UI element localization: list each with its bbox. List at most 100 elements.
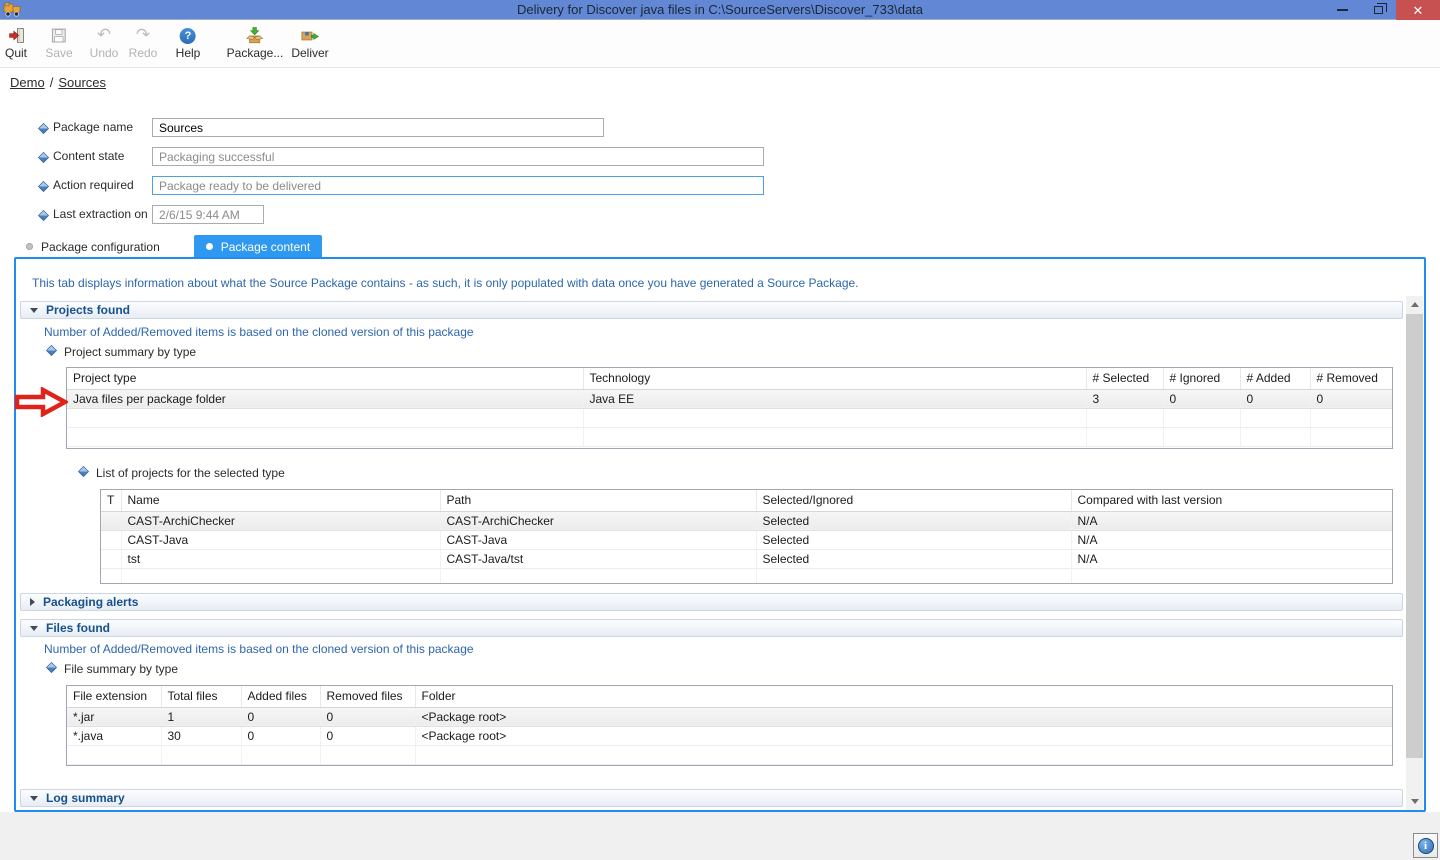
table-cell [101, 530, 121, 549]
column-header[interactable]: Compared with last version [1071, 490, 1393, 511]
tab-bar: Package configuration Package content [14, 235, 322, 258]
file-summary-label: File summary by type [46, 662, 178, 676]
column-header[interactable]: File extension [67, 686, 161, 707]
scroll-down-icon[interactable] [1406, 793, 1423, 810]
diamond-icon [78, 466, 89, 480]
file-summary-table-container: File extensionTotal filesAdded filesRemo… [66, 685, 1393, 766]
breadcrumb-link-demo[interactable]: Demo [10, 75, 45, 90]
table-cell: N/A [1071, 530, 1393, 549]
breadcrumb: Demo / Sources [10, 75, 106, 90]
table-row[interactable]: *.jar100<Package root> [67, 707, 1393, 726]
table-row-empty [67, 745, 1393, 764]
table-row-empty [101, 568, 1393, 584]
column-header[interactable]: Technology [583, 368, 1086, 389]
tab-label: Package configuration [41, 240, 160, 254]
section-log-summary[interactable]: Log summary [20, 789, 1403, 807]
diamond-icon [38, 208, 49, 226]
column-header[interactable]: Folder [415, 686, 1393, 707]
section-packaging-alerts[interactable]: Packaging alerts [20, 593, 1403, 611]
package-label: Package... [227, 46, 284, 60]
table-row[interactable]: CAST-JavaCAST-JavaSelectedN/A [101, 530, 1393, 549]
project-list-label: List of projects for the selected type [78, 466, 285, 480]
section-projects-found[interactable]: Projects found [20, 301, 1403, 319]
minimize-icon[interactable] [1324, 0, 1360, 20]
tab-package-configuration[interactable]: Package configuration [14, 235, 172, 258]
save-icon [50, 26, 67, 45]
content-state-input[interactable] [152, 147, 764, 166]
redo-icon: ↷ [136, 26, 150, 45]
table-cell: <Package root> [415, 726, 1393, 745]
quit-label: Quit [5, 46, 27, 60]
table-cell: 0 [1163, 389, 1240, 408]
table-cell: Java files per package folder [67, 389, 583, 408]
package-icon [246, 26, 264, 45]
table-cell: CAST-Java [121, 530, 440, 549]
table-cell: Selected [756, 549, 1071, 568]
table-cell: 0 [320, 726, 415, 745]
help-icon: ? [180, 26, 196, 45]
last-extraction-input[interactable] [152, 205, 264, 224]
column-header[interactable]: # Ignored [1163, 368, 1240, 389]
info-button[interactable]: i [1413, 833, 1438, 858]
table-row[interactable]: Java files per package folderJava EE3000 [67, 389, 1393, 408]
table-cell: Selected [756, 511, 1071, 530]
file-summary-table[interactable]: File extensionTotal filesAdded filesRemo… [67, 686, 1393, 765]
restore-icon[interactable] [1360, 0, 1396, 20]
project-summary-label: Project summary by type [46, 345, 196, 359]
table-row[interactable]: CAST-ArchiCheckerCAST-ArchiCheckerSelect… [101, 511, 1393, 530]
delivery-truck-icon [3, 1, 23, 18]
table-cell: 0 [320, 707, 415, 726]
table-cell [101, 511, 121, 530]
close-icon[interactable]: ✕ [1396, 0, 1440, 20]
quit-icon [7, 26, 24, 45]
table-cell: 0 [1240, 389, 1310, 408]
window-controls: ✕ [1324, 0, 1440, 20]
quit-button[interactable]: Quit [1, 24, 31, 62]
scrollbar-thumb[interactable] [1406, 314, 1423, 758]
table-cell: 0 [241, 726, 320, 745]
column-header[interactable]: Project type [67, 368, 583, 389]
projects-found-note: Number of Added/Removed items is based o… [44, 325, 474, 339]
redo-button[interactable]: ↷ Redo [125, 24, 162, 62]
save-button[interactable]: Save [41, 24, 76, 62]
undo-label: Undo [90, 46, 119, 60]
column-header[interactable]: Added files [241, 686, 320, 707]
undo-icon: ↶ [97, 26, 111, 45]
column-header[interactable]: Name [121, 490, 440, 511]
help-button[interactable]: ? Help [172, 24, 205, 62]
table-cell: 0 [241, 707, 320, 726]
table-row[interactable]: *.java3000<Package root> [67, 726, 1393, 745]
undo-button[interactable]: ↶ Undo [86, 24, 123, 62]
breadcrumb-link-sources[interactable]: Sources [58, 75, 106, 90]
column-header[interactable]: Path [440, 490, 756, 511]
column-header[interactable]: Total files [161, 686, 241, 707]
column-header[interactable]: Selected/Ignored [756, 490, 1071, 511]
tab-package-content[interactable]: Package content [194, 235, 322, 258]
table-row[interactable]: tstCAST-Java/tstSelectedN/A [101, 549, 1393, 568]
action-required-label: Action required [53, 176, 134, 195]
tab-label: Package content [221, 240, 310, 254]
deliver-button[interactable]: Deliver [287, 24, 332, 62]
table-row-empty [67, 408, 1393, 427]
project-list-table[interactable]: TNamePathSelected/IgnoredCompared with l… [101, 490, 1393, 584]
table-header-row: TNamePathSelected/IgnoredCompared with l… [101, 490, 1393, 511]
breadcrumb-separator: / [50, 75, 54, 90]
column-header[interactable]: # Removed [1310, 368, 1393, 389]
redo-label: Redo [129, 46, 158, 60]
section-files-found[interactable]: Files found [20, 619, 1403, 637]
column-header[interactable]: T [101, 490, 121, 511]
info-icon: i [1418, 838, 1434, 854]
action-required-input[interactable] [152, 176, 764, 195]
column-header[interactable]: # Added [1240, 368, 1310, 389]
files-found-note: Number of Added/Removed items is based o… [44, 642, 474, 656]
table-cell: *.java [67, 726, 161, 745]
package-name-input[interactable] [152, 118, 604, 137]
diamond-icon [38, 179, 49, 197]
package-button[interactable]: Package... [223, 24, 288, 62]
column-header[interactable]: # Selected [1086, 368, 1163, 389]
column-header[interactable]: Removed files [320, 686, 415, 707]
project-summary-table[interactable]: Project typeTechnology# Selected# Ignore… [67, 368, 1393, 447]
section-title: Log summary [46, 791, 125, 805]
scroll-up-icon[interactable] [1406, 296, 1423, 313]
vertical-scrollbar[interactable] [1406, 296, 1423, 810]
